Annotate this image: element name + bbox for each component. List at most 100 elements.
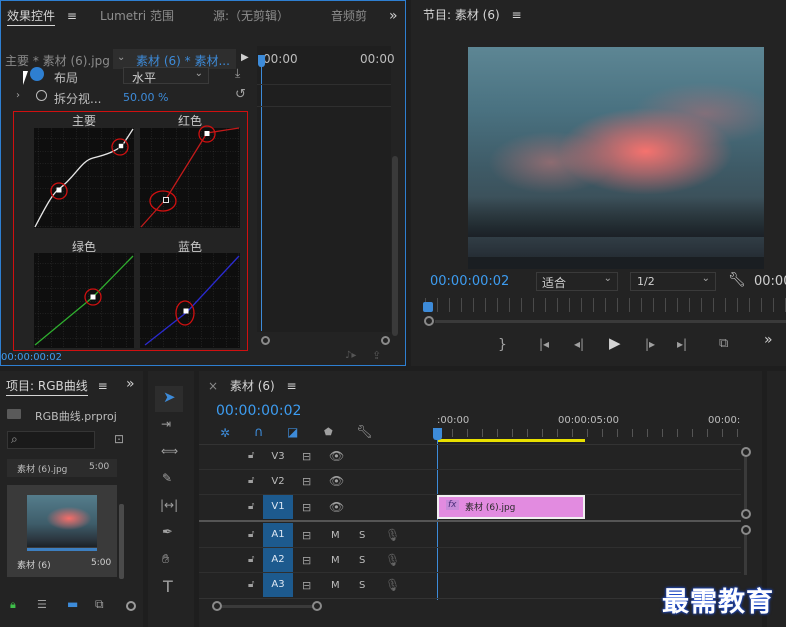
track-a3[interactable]: A3	[263, 573, 293, 597]
step-forward-icon[interactable]: |▸	[645, 338, 655, 350]
curves-graphs[interactable]	[1, 1, 407, 367]
microphone-icon[interactable]: 🎙︎	[385, 579, 400, 591]
panel-menu-icon[interactable]: ≡	[512, 8, 522, 22]
track-lock-icon[interactable]: 🔓︎	[248, 555, 254, 565]
track-a2[interactable]: A2	[263, 548, 293, 572]
list-view-icon[interactable]: ☰	[37, 599, 47, 610]
linked-selection-icon[interactable]: ◪	[287, 426, 298, 438]
horizontal-scroll-left[interactable]	[261, 336, 270, 345]
video-scroll-track[interactable]	[744, 457, 747, 509]
microphone-icon[interactable]: 🎙︎	[385, 529, 400, 541]
track-v2[interactable]: V2	[263, 470, 293, 494]
program-timecode[interactable]: 00:00:00:02	[430, 274, 509, 289]
thumbnail-scrub-bar[interactable]	[27, 548, 97, 551]
add-marker-icon[interactable]: ⬟	[324, 428, 333, 438]
track-lock-icon[interactable]: 🔓︎	[248, 580, 254, 590]
audio-only-icon[interactable]: ♪▸	[345, 351, 356, 361]
mute-button[interactable]: M	[331, 530, 340, 541]
scrub-playhead[interactable]	[423, 302, 433, 312]
search-input[interactable]	[7, 431, 95, 449]
track-v3[interactable]: V3	[263, 445, 293, 469]
audio-scroll-track[interactable]	[744, 535, 747, 575]
timeline-zoom-bar[interactable]	[222, 605, 314, 608]
icon-view-icon[interactable]: ▬	[67, 598, 78, 610]
solo-button[interactable]: S	[359, 555, 365, 566]
new-bin-icon[interactable]: ⊡	[114, 433, 124, 445]
project-scrollbar[interactable]	[119, 504, 124, 579]
close-icon[interactable]: ×	[208, 379, 218, 393]
program-video-frame[interactable]	[468, 47, 764, 269]
ripple-edit-icon[interactable]: ⟺	[161, 445, 178, 457]
freeform-view-icon[interactable]: ⧉	[95, 598, 104, 610]
sync-lock-icon[interactable]: ⊟	[302, 502, 311, 513]
mute-button[interactable]: M	[331, 580, 340, 591]
timeline-timecode[interactable]: 00:00:00:02	[216, 403, 301, 419]
curve-blue[interactable]	[140, 253, 240, 348]
pen-tool-icon[interactable]: ✒︎	[162, 526, 173, 539]
fit-dropdown[interactable]: 适合 ⌄	[536, 272, 618, 291]
track-lock-icon[interactable]: 🔓︎	[248, 451, 254, 461]
sync-lock-icon[interactable]: ⊟	[302, 555, 311, 566]
panel-menu-icon[interactable]: ≡	[98, 379, 108, 393]
hand-tool-icon[interactable]: ✋︎	[162, 553, 169, 566]
snap-nest-icon[interactable]: ✲	[220, 427, 230, 439]
zoom-slider-handle[interactable]	[126, 601, 136, 611]
track-lock-icon[interactable]: 🔓︎	[248, 476, 254, 486]
mark-out-icon[interactable]: }	[498, 338, 507, 352]
track-v1[interactable]: V1	[263, 495, 293, 519]
track-lock-icon[interactable]: 🔓︎	[248, 530, 254, 540]
solo-button[interactable]: S	[359, 580, 365, 591]
export-frame-icon[interactable]: ⧉	[719, 337, 728, 350]
work-area-bar[interactable]	[437, 439, 585, 442]
video-scroll-handle-top[interactable]	[741, 447, 751, 457]
horizontal-scroll-right[interactable]	[381, 336, 390, 345]
project-thumbnail-card[interactable]: 素材 (6) 5:00	[7, 485, 117, 577]
selection-arrow-icon: ➤︎	[163, 388, 176, 406]
sync-lock-icon[interactable]: ⊟	[302, 580, 311, 591]
video-scroll-handle-bottom[interactable]	[741, 509, 751, 519]
wrench-icon[interactable]: 🔧︎	[356, 426, 373, 439]
lock-icon[interactable]: 🔒︎	[10, 599, 16, 610]
sync-lock-icon[interactable]: ⊟	[302, 451, 311, 462]
scrub-ruler[interactable]	[425, 298, 786, 312]
zoom-handle-left[interactable]	[424, 316, 434, 326]
timeline-zoom-left[interactable]	[212, 601, 222, 611]
project-tab[interactable]: 项目: RGB曲线 ≡	[6, 371, 108, 401]
timeline-zoom-right[interactable]	[312, 601, 322, 611]
snap-magnet-icon[interactable]: ∩	[254, 426, 264, 439]
go-to-in-icon[interactable]: |◂	[539, 338, 549, 350]
go-to-out-icon[interactable]: ▸|	[677, 338, 687, 350]
audio-scroll-handle-top[interactable]	[741, 525, 751, 535]
microphone-icon[interactable]: 🎙︎	[385, 554, 400, 566]
track-lock-icon[interactable]: 🔓︎	[248, 502, 254, 512]
curve-red[interactable]	[140, 125, 240, 228]
quality-dropdown[interactable]: 1/2 ⌄	[630, 272, 716, 291]
visibility-eye-icon[interactable]: 👁︎	[329, 475, 344, 487]
razor-icon[interactable]: ✎	[162, 472, 172, 484]
visibility-eye-icon[interactable]: 👁︎	[329, 450, 344, 462]
visibility-eye-icon[interactable]: 👁︎	[329, 501, 344, 513]
zoom-bar[interactable]	[435, 320, 786, 323]
track-a1[interactable]: A1	[263, 523, 293, 547]
mute-button[interactable]: M	[331, 555, 340, 566]
sync-lock-icon[interactable]: ⊟	[302, 530, 311, 541]
program-monitor-tab[interactable]: 节目: 素材 (6) ≡	[423, 0, 522, 30]
curve-green[interactable]	[34, 253, 134, 348]
timeline-clip[interactable]: fx 素材 (6).jpg	[437, 495, 585, 519]
timeline-tab[interactable]: × 素材 (6) ≡	[208, 371, 297, 401]
type-tool-icon[interactable]: T	[163, 579, 173, 595]
panel-menu-icon[interactable]: ≡	[287, 379, 297, 393]
effect-controls-timecode[interactable]: 00:00:00:02	[1, 352, 62, 363]
slip-tool-icon[interactable]: |↔|	[160, 499, 178, 511]
overflow-icon[interactable]: »	[126, 377, 135, 391]
curve-master[interactable]	[34, 128, 134, 228]
wrench-icon[interactable]: 🔧︎	[728, 273, 746, 287]
vertical-scrollbar[interactable]	[392, 156, 398, 336]
export-icon[interactable]: ⇪	[372, 350, 381, 361]
solo-button[interactable]: S	[359, 530, 365, 541]
overflow-icon[interactable]: »	[764, 333, 773, 347]
track-select-icon[interactable]: ⇥	[161, 418, 171, 430]
step-back-icon[interactable]: ◂|	[574, 338, 584, 350]
sync-lock-icon[interactable]: ⊟	[302, 476, 311, 487]
play-icon[interactable]: ▶	[609, 336, 621, 351]
